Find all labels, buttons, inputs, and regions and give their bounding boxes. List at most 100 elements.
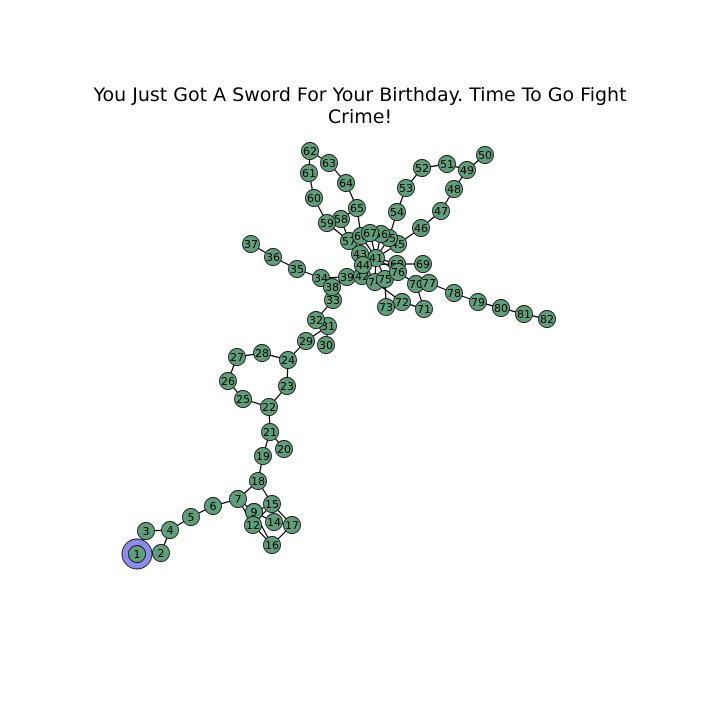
node-label-50: 50 (478, 149, 492, 162)
node-35: 35 (288, 260, 306, 278)
node-48: 48 (445, 180, 463, 198)
node-label-54: 54 (390, 206, 404, 219)
node-52: 52 (413, 159, 431, 177)
node-12: 12 (244, 516, 262, 534)
node-label-23: 23 (280, 380, 294, 393)
node-60: 60 (305, 189, 323, 207)
node-label-12: 12 (246, 519, 260, 532)
node-label-49: 49 (460, 164, 474, 177)
node-label-82: 82 (540, 313, 554, 326)
node-label-65: 65 (350, 202, 364, 215)
node-label-21: 21 (263, 426, 277, 439)
node-71: 71 (415, 300, 433, 318)
node-79: 79 (469, 293, 487, 311)
node-26: 26 (219, 372, 237, 390)
node-73: 73 (377, 298, 395, 316)
node-label-81: 81 (517, 308, 531, 321)
node-label-58: 58 (334, 213, 348, 226)
node-81: 81 (515, 305, 533, 323)
node-28: 28 (253, 344, 271, 362)
node-37: 37 (242, 235, 260, 253)
node-82: 82 (538, 310, 556, 328)
network-graph: 1234567891214151617181920212223242526272… (121, 142, 556, 570)
node-14: 14 (265, 513, 283, 531)
node-label-20: 20 (277, 443, 291, 456)
node-72: 72 (393, 293, 411, 311)
node-label-36: 36 (266, 251, 280, 264)
node-label-17: 17 (285, 519, 299, 532)
node-label-38: 38 (325, 281, 339, 294)
node-label-19: 19 (256, 450, 270, 463)
node-65: 65 (348, 199, 366, 217)
node-label-26: 26 (221, 375, 235, 388)
node-50: 50 (476, 146, 494, 164)
node-63: 63 (320, 154, 338, 172)
node-label-4: 4 (167, 524, 174, 537)
node-label-3: 3 (143, 525, 150, 538)
node-label-5: 5 (188, 511, 195, 524)
node-label-37: 37 (244, 238, 258, 251)
node-47: 47 (432, 202, 450, 220)
node-23: 23 (278, 377, 296, 395)
node-5: 5 (182, 508, 200, 526)
node-20: 20 (275, 440, 293, 458)
node-76: 76 (389, 263, 407, 281)
node-36: 36 (264, 248, 282, 266)
node-61: 61 (300, 164, 318, 182)
node-38: 38 (323, 278, 341, 296)
node-label-47: 47 (434, 205, 448, 218)
node-label-76: 76 (391, 266, 405, 279)
node-label-60: 60 (307, 192, 321, 205)
node-6: 6 (204, 497, 222, 515)
node-label-15: 15 (265, 498, 279, 511)
node-label-73: 73 (379, 301, 393, 314)
node-22: 22 (260, 398, 278, 416)
node-2: 2 (152, 544, 170, 562)
node-label-63: 63 (322, 157, 336, 170)
node-label-1: 1 (134, 548, 141, 561)
node-7: 7 (229, 490, 247, 508)
node-label-77: 77 (422, 277, 436, 290)
node-59: 59 (318, 214, 336, 232)
node-label-30: 30 (319, 339, 333, 352)
node-label-6: 6 (210, 500, 217, 513)
node-67: 67 (361, 224, 379, 242)
node-69: 69 (414, 255, 432, 273)
node-label-39: 39 (340, 271, 354, 284)
node-label-71: 71 (417, 303, 431, 316)
node-label-33: 33 (326, 294, 340, 307)
node-label-79: 79 (471, 296, 485, 309)
node-62: 62 (301, 142, 319, 160)
node-label-69: 69 (416, 258, 430, 271)
node-53: 53 (397, 179, 415, 197)
node-25: 25 (234, 390, 252, 408)
node-label-53: 53 (399, 182, 413, 195)
node-30: 30 (317, 336, 335, 354)
node-label-18: 18 (251, 475, 265, 488)
node-44: 44 (354, 256, 372, 274)
node-label-2: 2 (158, 547, 165, 560)
node-label-64: 64 (339, 177, 353, 190)
node-label-7: 7 (235, 493, 242, 506)
node-label-61: 61 (302, 167, 316, 180)
node-17: 17 (283, 516, 301, 534)
node-label-16: 16 (265, 539, 279, 552)
node-51: 51 (438, 155, 456, 173)
node-label-59: 59 (320, 217, 334, 230)
node-4: 4 (161, 521, 179, 539)
node-label-62: 62 (303, 145, 317, 158)
node-label-80: 80 (494, 302, 508, 315)
node-label-46: 46 (414, 222, 428, 235)
node-label-51: 51 (440, 158, 454, 171)
node-21: 21 (261, 423, 279, 441)
node-16: 16 (263, 536, 281, 554)
node-label-24: 24 (281, 354, 295, 367)
node-label-48: 48 (447, 183, 461, 196)
node-label-67: 67 (363, 227, 377, 240)
node-label-27: 27 (230, 351, 244, 364)
node-32: 32 (307, 311, 325, 329)
node-49: 49 (458, 161, 476, 179)
node-54: 54 (388, 203, 406, 221)
node-label-14: 14 (267, 516, 281, 529)
node-label-78: 78 (447, 287, 461, 300)
